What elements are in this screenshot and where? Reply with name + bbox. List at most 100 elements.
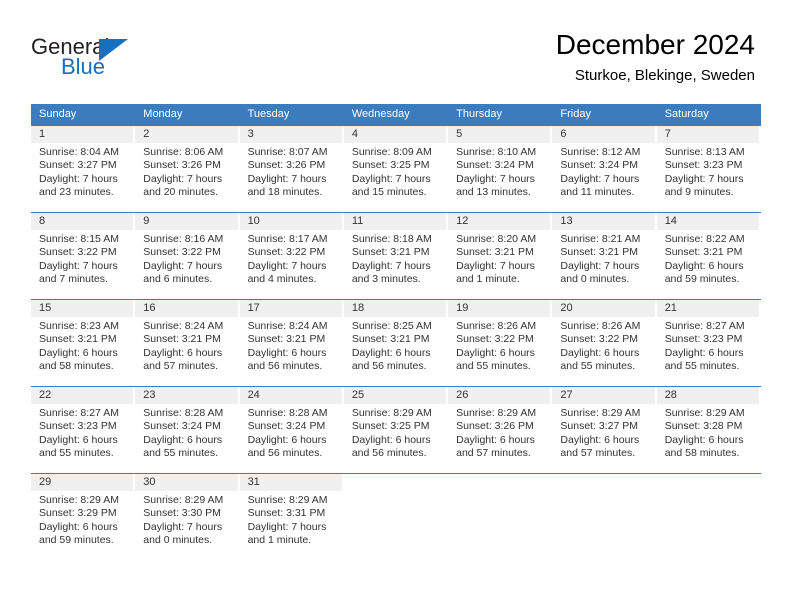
calendar-day-cell-empty	[448, 474, 552, 563]
daylight-line1: Daylight: 7 hours	[247, 259, 327, 272]
day-details: Sunrise: 8:16 AM Sunset: 3:22 PM Dayligh…	[135, 230, 237, 287]
calendar-day-cell[interactable]: 8 Sunrise: 8:15 AM Sunset: 3:22 PM Dayli…	[31, 213, 135, 299]
daylight-line1: Daylight: 7 hours	[39, 259, 118, 272]
sunrise-text: Sunrise: 8:07 AM	[247, 146, 328, 158]
sunrise-text: Sunrise: 8:29 AM	[351, 407, 432, 419]
daylight-line2: and 56 minutes.	[351, 360, 427, 373]
sunrise-text: Sunrise: 8:29 AM	[456, 407, 537, 419]
day-number	[657, 474, 759, 491]
day-number: 29	[31, 474, 134, 491]
calendar-day-cell[interactable]: 18 Sunrise: 8:25 AM Sunset: 3:21 PM Dayl…	[343, 300, 448, 386]
calendar-day-cell[interactable]: 31 Sunrise: 8:29 AM Sunset: 3:31 PM Dayl…	[239, 474, 344, 563]
weekday-header-friday: Friday	[560, 108, 591, 120]
calendar-day-cell[interactable]: 11 Sunrise: 8:18 AM Sunset: 3:21 PM Dayl…	[343, 213, 448, 299]
day-details: Sunrise: 8:26 AM Sunset: 3:22 PM Dayligh…	[448, 317, 550, 374]
daylight-line1: Daylight: 6 hours	[456, 433, 535, 446]
calendar-day-cell[interactable]: 2 Sunrise: 8:06 AM Sunset: 3:26 PM Dayli…	[135, 126, 239, 212]
calendar-day-cell[interactable]: 22 Sunrise: 8:27 AM Sunset: 3:23 PM Dayl…	[31, 387, 135, 473]
sunset-text: Sunset: 3:29 PM	[39, 507, 117, 520]
sunrise-text: Sunrise: 8:28 AM	[143, 407, 224, 419]
calendar-day-cell[interactable]: 19 Sunrise: 8:26 AM Sunset: 3:22 PM Dayl…	[448, 300, 552, 386]
calendar-day-cell[interactable]: 1 Sunrise: 8:04 AM Sunset: 3:27 PM Dayli…	[31, 126, 135, 212]
calendar-day-cell[interactable]: 23 Sunrise: 8:28 AM Sunset: 3:24 PM Dayl…	[135, 387, 239, 473]
daylight-line2: and 4 minutes.	[247, 273, 317, 286]
day-number: 26	[448, 387, 551, 404]
day-number: 24	[239, 387, 342, 404]
daylight-line1: Daylight: 6 hours	[456, 346, 535, 359]
sunset-text: Sunset: 3:27 PM	[39, 159, 117, 172]
weekday-header-saturday: Saturday	[664, 108, 709, 120]
day-number: 14	[656, 213, 759, 230]
daylight-line1: Daylight: 7 hours	[351, 259, 431, 272]
calendar-day-cell[interactable]: 4 Sunrise: 8:09 AM Sunset: 3:25 PM Dayli…	[343, 126, 448, 212]
sunrise-text: Sunrise: 8:29 AM	[247, 494, 328, 506]
daylight-line2: and 55 minutes.	[143, 447, 218, 460]
weekday-header-wednesday: Wednesday	[351, 108, 410, 120]
calendar-day-cell[interactable]: 9 Sunrise: 8:16 AM Sunset: 3:22 PM Dayli…	[135, 213, 239, 299]
sunrise-text: Sunrise: 8:26 AM	[560, 320, 641, 332]
day-details: Sunrise: 8:29 AM Sunset: 3:30 PM Dayligh…	[135, 491, 237, 548]
daylight-line2: and 18 minutes.	[247, 186, 323, 199]
sunrise-text: Sunrise: 8:29 AM	[664, 407, 745, 419]
sunset-text: Sunset: 3:26 PM	[143, 159, 221, 172]
calendar-day-cell[interactable]: 13 Sunrise: 8:21 AM Sunset: 3:21 PM Dayl…	[552, 213, 656, 299]
calendar-day-cell[interactable]: 5 Sunrise: 8:10 AM Sunset: 3:24 PM Dayli…	[448, 126, 552, 212]
calendar-day-cell[interactable]: 25 Sunrise: 8:29 AM Sunset: 3:25 PM Dayl…	[343, 387, 448, 473]
calendar-day-cell[interactable]: 16 Sunrise: 8:24 AM Sunset: 3:21 PM Dayl…	[135, 300, 239, 386]
sunrise-text: Sunrise: 8:29 AM	[39, 494, 119, 506]
sunset-text: Sunset: 3:25 PM	[351, 420, 430, 433]
calendar-day-cell[interactable]: 6 Sunrise: 8:12 AM Sunset: 3:24 PM Dayli…	[552, 126, 656, 212]
calendar-week-row: 22 Sunrise: 8:27 AM Sunset: 3:23 PM Dayl…	[31, 386, 761, 473]
day-number: 15	[31, 300, 134, 317]
calendar-day-cell[interactable]: 7 Sunrise: 8:13 AM Sunset: 3:23 PM Dayli…	[656, 126, 761, 212]
daylight-line2: and 58 minutes.	[39, 360, 114, 373]
day-number	[552, 474, 654, 491]
calendar-day-cell[interactable]: 30 Sunrise: 8:29 AM Sunset: 3:30 PM Dayl…	[135, 474, 239, 563]
day-number: 12	[448, 213, 551, 230]
day-details: Sunrise: 8:07 AM Sunset: 3:26 PM Dayligh…	[240, 143, 342, 200]
sunrise-text: Sunrise: 8:27 AM	[39, 407, 119, 419]
calendar-day-cell[interactable]: 27 Sunrise: 8:29 AM Sunset: 3:27 PM Dayl…	[552, 387, 656, 473]
sunset-text: Sunset: 3:22 PM	[39, 246, 117, 259]
sunset-text: Sunset: 3:21 PM	[143, 333, 221, 346]
sunrise-text: Sunrise: 8:25 AM	[351, 320, 432, 332]
calendar-day-cell[interactable]: 10 Sunrise: 8:17 AM Sunset: 3:22 PM Dayl…	[239, 213, 344, 299]
daylight-line2: and 1 minute.	[247, 534, 312, 547]
daylight-line2: and 11 minutes.	[560, 186, 635, 199]
daylight-line2: and 56 minutes.	[351, 447, 427, 460]
day-number	[448, 474, 550, 491]
calendar-day-cell[interactable]: 20 Sunrise: 8:26 AM Sunset: 3:22 PM Dayl…	[552, 300, 656, 386]
daylight-line2: and 55 minutes.	[456, 360, 531, 373]
sunrise-text: Sunrise: 8:22 AM	[664, 233, 745, 245]
calendar-day-cell[interactable]: 15 Sunrise: 8:23 AM Sunset: 3:21 PM Dayl…	[31, 300, 135, 386]
daylight-line2: and 59 minutes.	[39, 534, 114, 547]
calendar-day-cell[interactable]: 29 Sunrise: 8:29 AM Sunset: 3:29 PM Dayl…	[31, 474, 135, 563]
weekday-header-thursday: Thursday	[456, 108, 502, 120]
calendar-day-cell[interactable]: 21 Sunrise: 8:27 AM Sunset: 3:23 PM Dayl…	[656, 300, 761, 386]
calendar-day-cell[interactable]: 17 Sunrise: 8:24 AM Sunset: 3:21 PM Dayl…	[239, 300, 344, 386]
day-number: 13	[552, 213, 655, 230]
daylight-line2: and 0 minutes.	[560, 273, 630, 286]
general-blue-logo[interactable]: General Blue	[31, 34, 211, 84]
daylight-line1: Daylight: 6 hours	[39, 520, 118, 533]
calendar-day-cell[interactable]: 24 Sunrise: 8:28 AM Sunset: 3:24 PM Dayl…	[239, 387, 344, 473]
day-number: 5	[448, 126, 551, 143]
calendar-day-cell[interactable]: 12 Sunrise: 8:20 AM Sunset: 3:21 PM Dayl…	[448, 213, 552, 299]
calendar-day-cell[interactable]: 28 Sunrise: 8:29 AM Sunset: 3:28 PM Dayl…	[656, 387, 761, 473]
daylight-line1: Daylight: 6 hours	[39, 346, 118, 359]
calendar-day-cell[interactable]: 14 Sunrise: 8:22 AM Sunset: 3:21 PM Dayl…	[656, 213, 761, 299]
sunrise-text: Sunrise: 8:21 AM	[560, 233, 641, 245]
daylight-line2: and 20 minutes.	[143, 186, 218, 199]
daylight-line2: and 57 minutes.	[143, 360, 218, 373]
day-number: 1	[31, 126, 134, 143]
sunrise-text: Sunrise: 8:09 AM	[351, 146, 432, 158]
weekday-header-tuesday: Tuesday	[247, 108, 290, 120]
daylight-line1: Daylight: 7 hours	[247, 520, 327, 533]
calendar-day-cell[interactable]: 26 Sunrise: 8:29 AM Sunset: 3:26 PM Dayl…	[448, 387, 552, 473]
calendar-day-cell[interactable]: 3 Sunrise: 8:07 AM Sunset: 3:26 PM Dayli…	[239, 126, 344, 212]
day-details: Sunrise: 8:29 AM Sunset: 3:25 PM Dayligh…	[344, 404, 446, 461]
daylight-line2: and 7 minutes.	[39, 273, 108, 286]
sunset-text: Sunset: 3:21 PM	[456, 246, 534, 259]
sunset-text: Sunset: 3:21 PM	[247, 333, 326, 346]
day-number: 6	[552, 126, 655, 143]
